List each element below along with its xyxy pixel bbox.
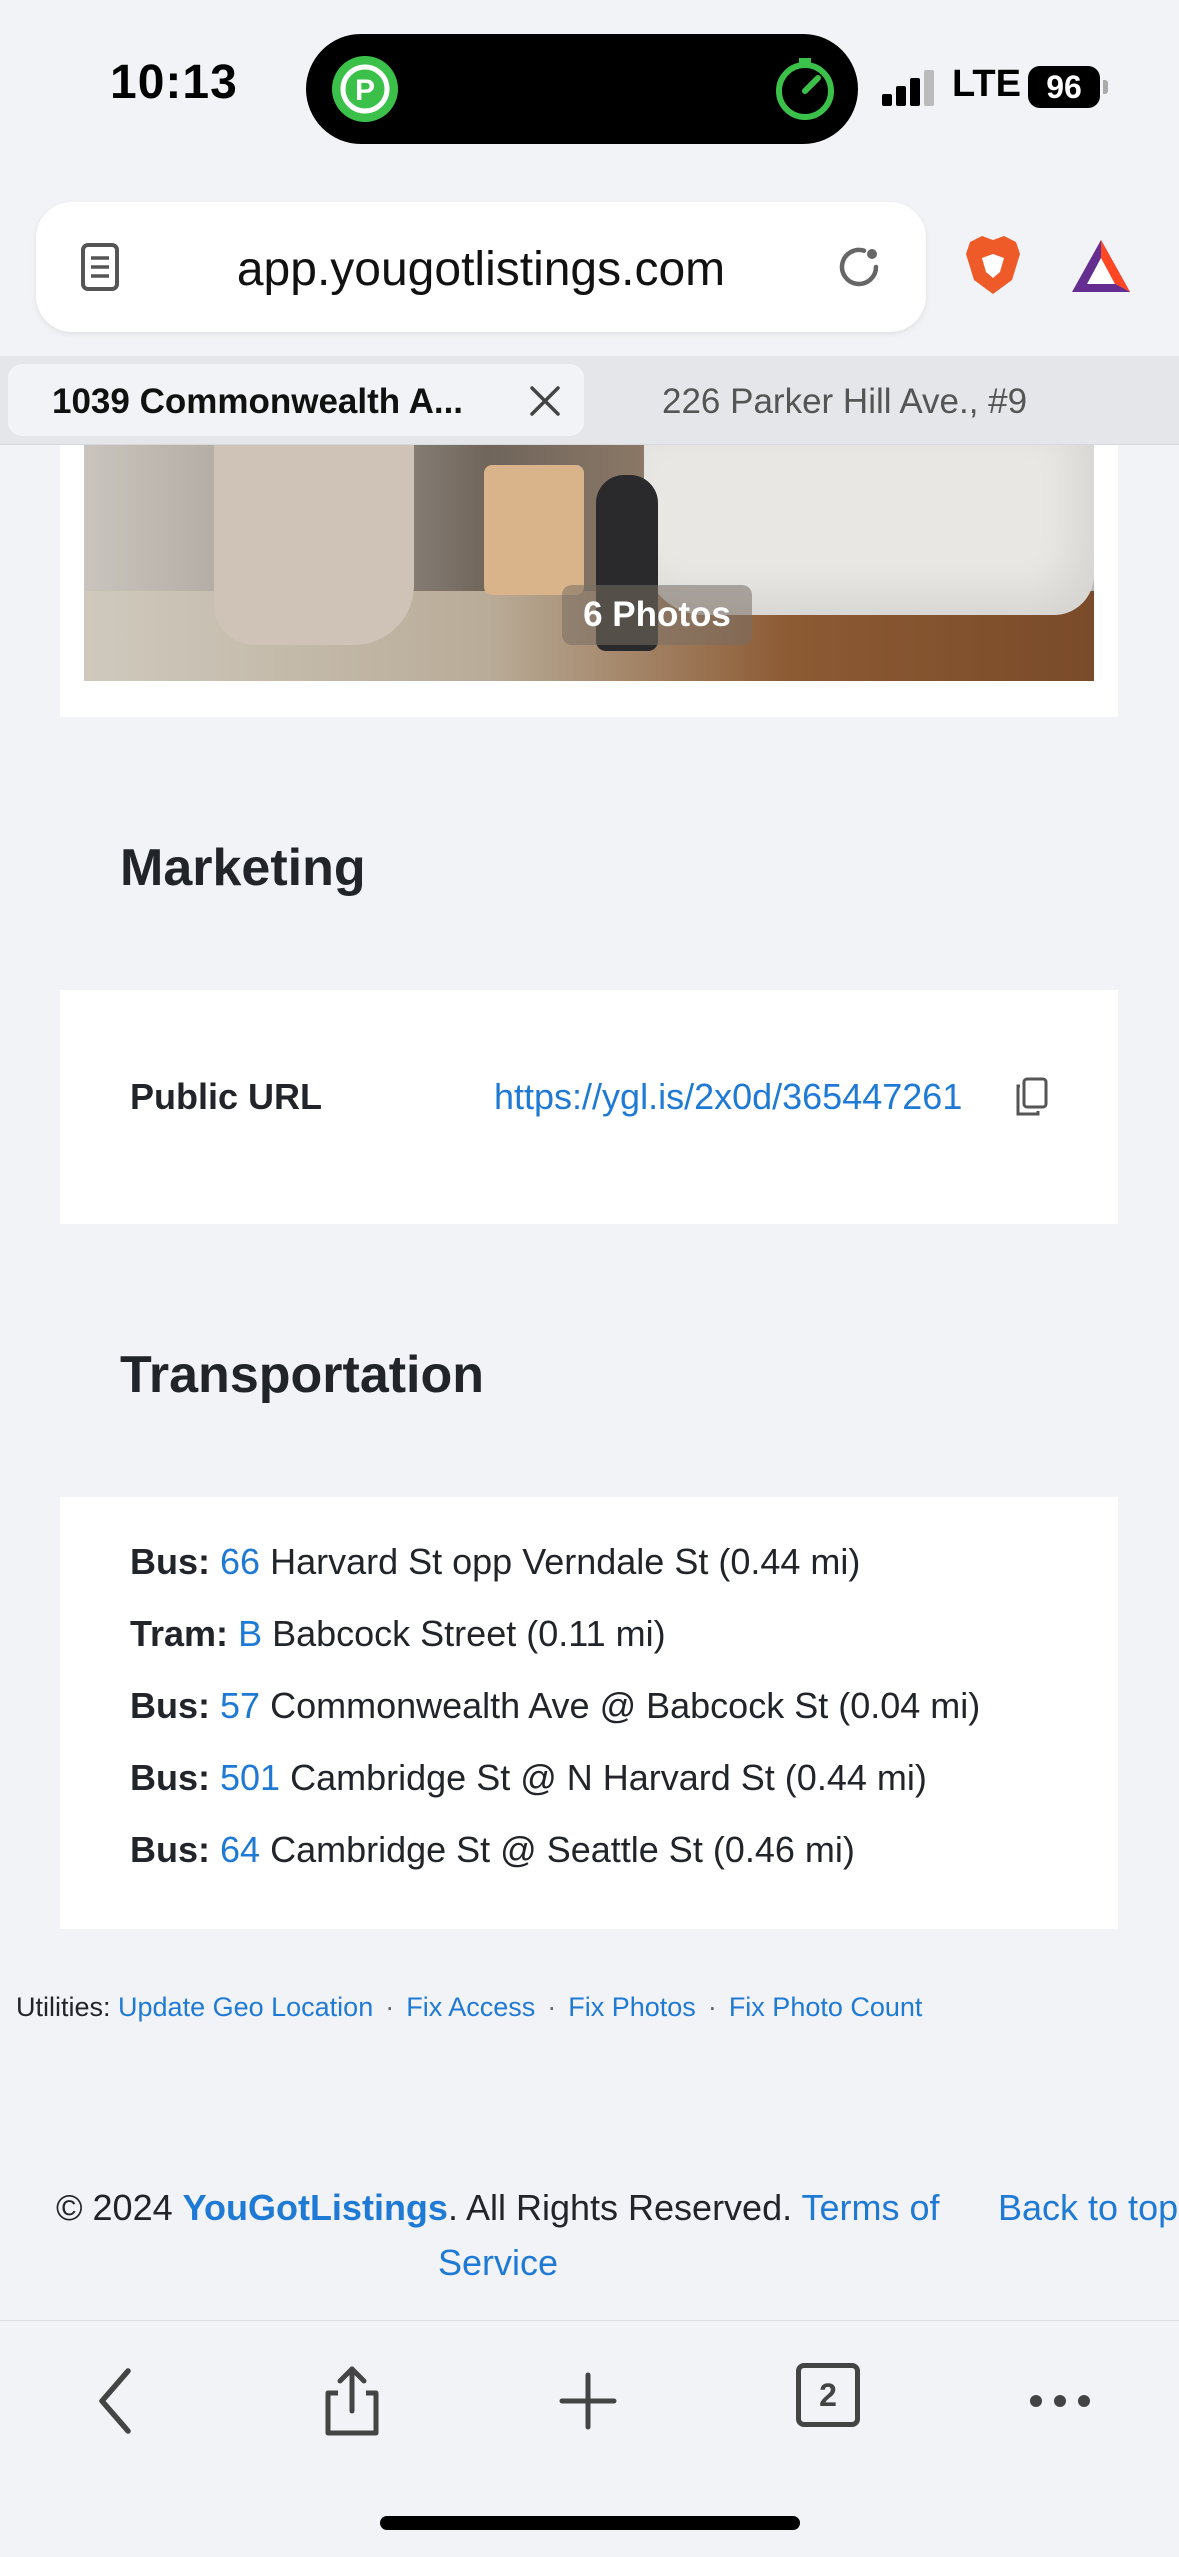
route-link[interactable]: 501	[220, 1757, 280, 1798]
brave-rewards-icon[interactable]	[1068, 236, 1134, 296]
transportation-card: Bus: 66 Harvard St opp Verndale St (0.44…	[60, 1497, 1118, 1929]
public-url-label: Public URL	[130, 1076, 323, 1117]
copy-icon[interactable]	[1014, 1076, 1050, 1118]
more-icon[interactable]	[1020, 2361, 1100, 2441]
route-link[interactable]: 66	[220, 1541, 260, 1582]
transit-item: Bus: 57 Commonwealth Ave @ Babcock St (0…	[130, 1685, 981, 1726]
update-geo-location-link[interactable]: Update Geo Location	[118, 1992, 373, 2022]
signal-icon	[882, 70, 938, 106]
timer-icon[interactable]	[772, 56, 838, 122]
photo-card: 6 Photos	[60, 445, 1118, 717]
close-tab-icon[interactable]	[528, 384, 562, 418]
new-tab-icon[interactable]	[548, 2361, 628, 2441]
battery-nub	[1103, 80, 1108, 94]
home-indicator[interactable]	[380, 2516, 800, 2530]
fix-photo-count-link[interactable]: Fix Photo Count	[729, 1992, 923, 2022]
transportation-title: Transportation	[120, 1346, 485, 1404]
status-bar: 10:13 P LTE 96	[0, 0, 1179, 180]
status-time: 10:13	[110, 56, 238, 109]
share-icon[interactable]	[312, 2361, 392, 2441]
transit-item: Tram: B Babcock Street (0.11 mi)	[130, 1613, 666, 1654]
network-type: LTE	[952, 63, 1021, 105]
marketing-title: Marketing	[120, 839, 366, 897]
page-content: 6 Photos Marketing Public URL https://yg…	[0, 445, 1179, 2320]
brave-shields-icon[interactable]	[962, 232, 1024, 298]
battery-icon: 96	[1028, 66, 1100, 108]
address-bar[interactable]: app.yougotlistings.com	[36, 202, 926, 332]
brand-link[interactable]: YouGotListings	[183, 2187, 448, 2228]
tab-active[interactable]: 1039 Commonwealth A...	[8, 364, 584, 436]
tab-label: 1039 Commonwealth A...	[52, 382, 464, 421]
fix-access-link[interactable]: Fix Access	[406, 1992, 535, 2022]
parking-app-icon[interactable]: P	[332, 56, 398, 122]
fix-photos-link[interactable]: Fix Photos	[568, 1992, 696, 2022]
transit-item: Bus: 64 Cambridge St @ Seattle St (0.46 …	[130, 1829, 855, 1870]
tab-inactive[interactable]: 226 Parker Hill Ave., #9	[662, 382, 1027, 422]
back-to-top-link[interactable]: Back to top	[998, 2187, 1178, 2229]
reload-icon[interactable]	[832, 240, 886, 294]
marketing-card: Public URL https://ygl.is/2x0d/365447261	[60, 990, 1118, 1224]
listing-photo[interactable]: 6 Photos	[84, 445, 1094, 681]
terms-of-service-link[interactable]: Terms of	[801, 2187, 939, 2228]
photo-count-badge[interactable]: 6 Photos	[562, 585, 752, 645]
address-bar-url[interactable]: app.yougotlistings.com	[36, 242, 926, 297]
tabs-count-button[interactable]: 2	[796, 2363, 860, 2427]
terms-of-service-link-cont[interactable]: Service	[438, 2242, 558, 2284]
utilities-bar: Utilities: Update Geo Location · Fix Acces…	[16, 1992, 923, 2022]
dynamic-island[interactable]: P	[306, 34, 858, 144]
tab-strip: 1039 Commonwealth A... 226 Parker Hill A…	[0, 356, 1179, 445]
public-url-link[interactable]: https://ygl.is/2x0d/365447261	[494, 1076, 962, 1118]
route-link[interactable]: 64	[220, 1829, 260, 1870]
footer-copyright: © 2024 YouGotListings. All Rights Reserv…	[56, 2187, 940, 2228]
svg-text:P: P	[355, 74, 375, 107]
transit-item: Bus: 501 Cambridge St @ N Harvard St (0.…	[130, 1757, 927, 1798]
route-link[interactable]: 57	[220, 1685, 260, 1726]
route-link[interactable]: B	[238, 1613, 262, 1654]
transit-item: Bus: 66 Harvard St opp Verndale St (0.44…	[130, 1541, 861, 1582]
back-icon[interactable]	[78, 2361, 158, 2441]
